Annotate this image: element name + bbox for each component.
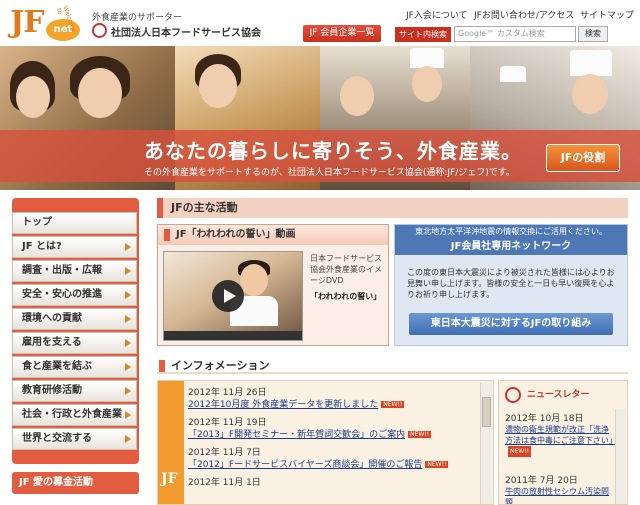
heading-bar-icon — [159, 360, 165, 372]
org-emblem-icon — [505, 387, 521, 403]
info-link[interactable]: 「2013」F開発セミナー・新年賀詞交歓会」のご案内 NEW!! — [188, 427, 432, 440]
arrow-right-icon — [125, 339, 131, 347]
video-title-text: JF「われわれの誓い」動画 — [176, 229, 296, 240]
sidebar-item-label: 調査・出版・広報 — [22, 265, 102, 276]
sidebar-item-label: 教育研修活動 — [22, 385, 82, 396]
fund-activity-button[interactable]: JF 愛の募金活動 — [12, 472, 139, 494]
arrow-right-icon — [125, 315, 131, 323]
sidebar-item-society[interactable]: 社会・行政と外食産業 — [12, 404, 137, 426]
sidebar-item-label: JF とは? — [22, 241, 62, 252]
sidebar-item-label: 雇用を支える — [22, 337, 82, 348]
scroll-thumb[interactable] — [482, 397, 491, 427]
video-description: 日本フードサービス協会外食産業のイメージDVD — [310, 254, 382, 285]
link-join[interactable]: JF入会について — [406, 8, 468, 21]
info-link-text[interactable]: 「2013」F開発セミナー・新年賀詞交歓会」のご案内 — [188, 430, 405, 440]
newsletter-panel: ニュースレター 2012年 10月 18日 濃物の衛生規範が改正「洗浄方法は食中… — [498, 380, 628, 505]
video-panel-title: JF「われわれの誓い」動画 — [158, 225, 388, 245]
sidebar-item-environment[interactable]: 環境への貢献 — [12, 308, 137, 330]
sidebar-item-food-industry[interactable]: 食と産業を結ぶ — [12, 356, 137, 378]
org-subtitle: 外食産業のサポーター — [92, 13, 183, 23]
newsletter-title: ニュースレター — [527, 390, 590, 400]
arrow-right-icon — [125, 267, 131, 275]
newsletter-scrollbar[interactable] — [615, 409, 626, 504]
news-link[interactable]: 濃物の衛生規範が改正「洗浄方法は食中毒にご注意下さい」NEW!! — [505, 424, 617, 457]
logo-jf: JF — [10, 5, 44, 40]
video-player[interactable] — [163, 251, 303, 341]
info-link-text[interactable]: 「2012」Fードサービスバイヤーズ商談会」開催のご報告 — [188, 460, 422, 470]
sidebar-item-training[interactable]: 教育研修活動 — [12, 380, 137, 402]
information-heading-text: インフォメーション — [171, 359, 270, 372]
information-heading: インフォメーション — [157, 358, 628, 374]
list-item: 2012年 11月 7日 「2012」Fードサービスバイヤーズ商談会」開催のご報… — [188, 445, 478, 473]
list-item: 2011年 7月 20日 牛肉の放射性セシウム汚染問題 — [505, 473, 613, 504]
new-badge: NEW!! — [425, 461, 449, 468]
sidebar-item-label: 世界と交流する — [22, 433, 92, 444]
info-date: 2012年 11月 1日 — [188, 478, 261, 488]
hero-catch-band: あなたの暮らしに寄りそう、外食産業。 その外食産業をサポートするのが、社団法人日… — [0, 130, 640, 182]
earthquake-panel: 東北地方太平洋沖地震の情報交換にご活用ください。 JF会員社専用ネットワーク こ… — [394, 224, 628, 346]
network-notice[interactable]: 東北地方太平洋沖地震の情報交換にご活用ください。 — [395, 225, 627, 239]
link-sitemap[interactable]: サイトマップ — [580, 8, 634, 21]
jf-role-button[interactable]: JFの役割 — [546, 144, 620, 172]
newsletter-heading: ニュースレター — [503, 385, 625, 405]
news-link[interactable]: 牛肉の放射性セシウム汚染問題 — [505, 486, 613, 504]
list-item: 2012年 10月 18日 濃物の衛生規範が改正「洗浄方法は食中毒にご注意下さい… — [505, 411, 617, 457]
new-badge: NEW!! — [381, 401, 405, 408]
info-scrollbar[interactable] — [480, 383, 492, 504]
video-panel: JF「われわれの誓い」動画 日本フードサービス協会外食産業のイメージDVD 「わ… — [157, 224, 389, 346]
play-icon[interactable] — [212, 280, 244, 312]
heading-bar-icon — [164, 229, 170, 241]
members-list-button[interactable]: JF 会員企業一覧 — [303, 25, 381, 42]
search-button[interactable]: 検索 — [578, 26, 608, 42]
sidebar-item-label: 食と産業を結ぶ — [22, 361, 92, 372]
sidebar-item-label: トップ — [22, 217, 52, 228]
information-panel: JF 2012年 11月 26日 2012年10月度 外食産業データを更新しまし… — [157, 380, 494, 505]
list-item: 2012年 11月 19日 「2013」F開発セミナー・新年賀詞交歓会」のご案内… — [188, 415, 478, 443]
arrow-right-icon — [125, 411, 131, 419]
sidebar-item-label: 安全・安心の推進 — [22, 289, 102, 300]
org-name[interactable]: 社団法人日本フードサービス協会 — [111, 24, 261, 39]
sidebar-item-top[interactable]: トップ — [12, 212, 137, 234]
info-link[interactable]: 「2012」Fードサービスバイヤーズ商談会」開催のご報告 NEW!! — [188, 457, 449, 470]
arrow-right-icon — [125, 387, 131, 395]
search-input[interactable]: Google™ カスタム検索 — [454, 26, 576, 42]
arrow-right-icon — [125, 363, 131, 371]
sidebar-item-safety[interactable]: 安全・安心の推進 — [12, 284, 137, 306]
news-link-text[interactable]: 濃物の衛生規範が改正「洗浄方法は食中毒にご注意下さい」 — [505, 425, 617, 445]
earthquake-efforts-button[interactable]: 東日本大震災に対するJFの取り組み — [409, 313, 613, 335]
main-activities-heading: JFの主な活動 — [157, 198, 628, 218]
info-link[interactable]: 2012年10月度 外食産業データを更新しました NEW!! — [188, 397, 405, 410]
video-name: 「われわれの誓い」 — [310, 292, 382, 301]
condolence-message: この度の東日本大震災により被災された皆様には心よりお見舞い申し上げます。皆様の安… — [407, 268, 615, 299]
link-contact[interactable]: JFお問い合わせ/アクセス — [474, 8, 574, 21]
info-tab-label: JF — [161, 471, 178, 487]
site-header: JF net Welcome to 外食産業のサポーター 社団法人日本フードサー… — [0, 0, 640, 46]
video-controls[interactable] — [164, 331, 302, 340]
arrow-right-icon — [125, 243, 131, 251]
info-tab: JF — [158, 381, 184, 504]
sidebar-item-employment[interactable]: 雇用を支える — [12, 332, 137, 354]
news-date: 2012年 10月 18日 — [505, 414, 584, 424]
list-item: 2012年 11月 1日 — [188, 475, 478, 503]
members-network-link[interactable]: JF会員社専用ネットワーク — [395, 239, 627, 255]
sidebar-item-label: 社会・行政と外食産業 — [22, 409, 122, 420]
hero-banner: あなたの暮らしに寄りそう、外食産業。 その外食産業をサポートするのが、社団法人日… — [0, 46, 640, 190]
sidebar-item-research[interactable]: 調査・出版・広報 — [12, 260, 137, 282]
new-badge: NEW!! — [408, 431, 432, 438]
org-emblem-icon — [92, 23, 107, 38]
info-link-text[interactable]: 2012年10月度 外食産業データを更新しました — [188, 400, 378, 410]
site-search-label: サイト内検索 — [395, 27, 451, 42]
arrow-right-icon — [125, 435, 131, 443]
hero-subtext: その外食産業をサポートするのが、社団法人日本フードサービス協会(通称:JF/ジェ… — [144, 168, 515, 178]
jfnet-logo[interactable]: JF net Welcome to — [10, 5, 88, 43]
sidebar-item-label: 環境への貢献 — [22, 313, 82, 324]
arrow-right-icon — [125, 291, 131, 299]
news-date: 2011年 7月 20日 — [505, 476, 578, 486]
sidebar-item-about[interactable]: JF とは? — [12, 236, 137, 258]
news-link-text[interactable]: 牛肉の放射性セシウム汚染問題 — [505, 487, 609, 504]
hero-catchphrase: あなたの暮らしに寄りそう、外食産業。 — [144, 139, 522, 163]
list-item: 2012年 11月 26日 2012年10月度 外食産業データを更新しました NE… — [188, 385, 478, 413]
new-badge: NEW!! — [508, 446, 532, 457]
sidebar-item-world[interactable]: 世界と交流する — [12, 428, 137, 450]
